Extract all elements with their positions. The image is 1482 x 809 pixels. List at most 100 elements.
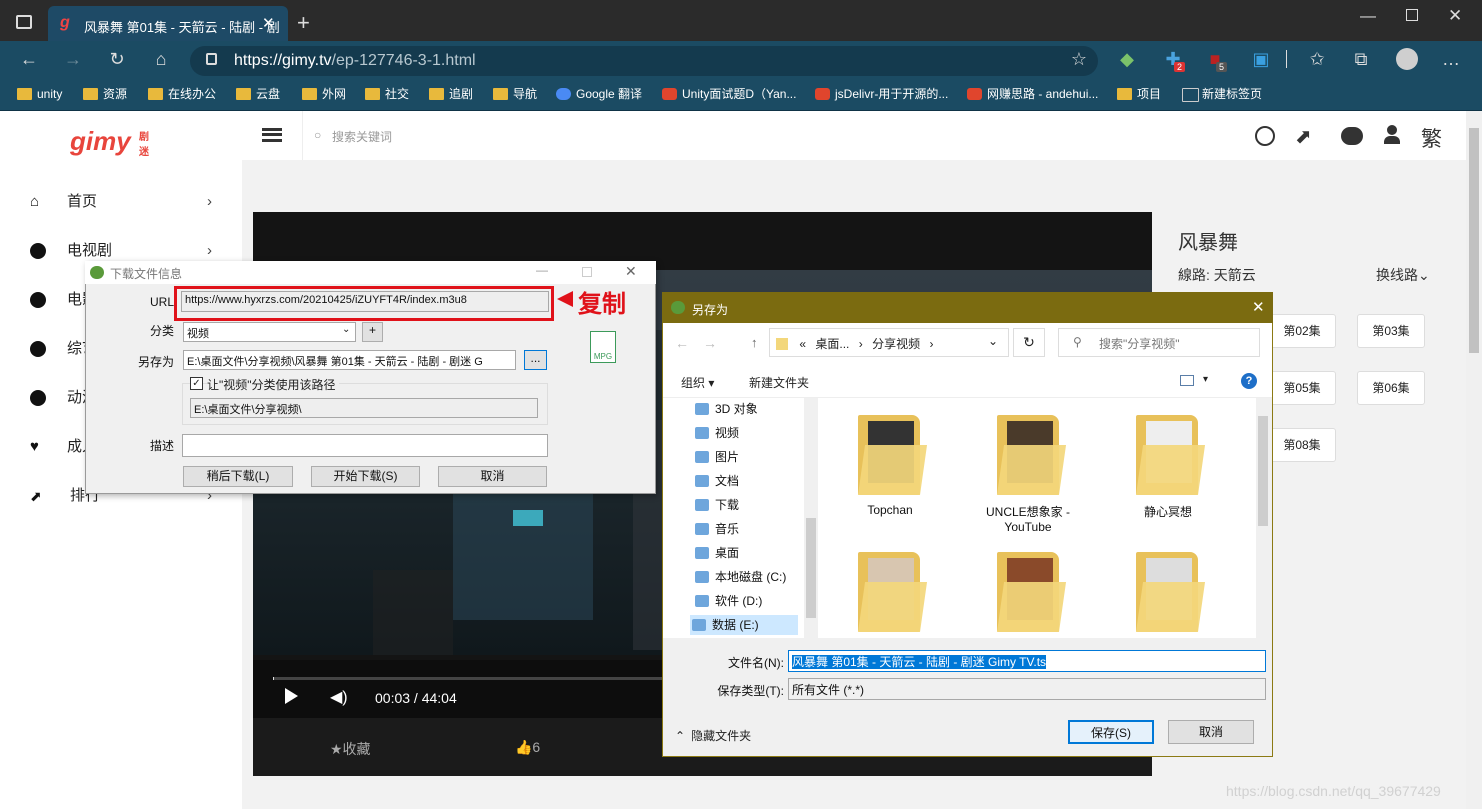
site-logo[interactable]: gimy 剧迷 <box>70 126 149 158</box>
bookmark-external[interactable]: 外网 <box>302 86 346 102</box>
profile-avatar[interactable] <box>1396 48 1418 70</box>
menu-toggle-icon[interactable] <box>262 128 282 142</box>
browse-button[interactable]: ... <box>524 350 547 370</box>
maximize-icon[interactable] <box>1406 9 1418 21</box>
episode-06[interactable]: 第06集 <box>1357 371 1425 405</box>
tree-documents[interactable]: 文档 <box>693 471 739 491</box>
dl-maximize-icon[interactable] <box>582 267 592 277</box>
new-folder-button[interactable]: 新建文件夹 <box>749 374 809 391</box>
filename-field[interactable]: 风暴舞 第01集 - 天箭云 - 陆剧 - 剧迷 Gimy TV.ts <box>788 650 1266 672</box>
breadcrumb-part[interactable]: 分享视频 <box>872 337 920 351</box>
collect-button[interactable]: ★收藏 <box>330 739 371 759</box>
save-cancel-button[interactable]: 取消 <box>1168 720 1254 744</box>
folder-meditation[interactable] <box>1136 415 1206 495</box>
folder-item[interactable] <box>997 552 1067 632</box>
download-later-button[interactable]: 稍后下载(L) <box>183 466 293 487</box>
dl-close-icon[interactable]: ✕ <box>625 263 637 280</box>
close-tab-icon[interactable]: ✕ <box>262 14 275 32</box>
trending-icon[interactable]: ⬈ <box>1295 124 1312 149</box>
back-icon[interactable]: ← <box>18 49 40 70</box>
bookmark-nav[interactable]: 导航 <box>493 86 537 102</box>
help-icon[interactable]: ? <box>1241 373 1257 389</box>
start-download-button[interactable]: 开始下载(S) <box>311 466 420 487</box>
tree-drive-d[interactable]: 软件 (D:) <box>693 591 762 611</box>
folder-uncle[interactable] <box>997 415 1067 495</box>
history-icon[interactable] <box>1255 126 1275 146</box>
extension-1-icon[interactable]: ◆ <box>1116 49 1138 70</box>
browser-tab[interactable]: g 风暴舞 第01集 - 天箭云 - 陆剧 - 剧 <box>48 6 288 41</box>
favorites-icon[interactable]: ✩ <box>1306 49 1328 70</box>
extension-4-icon[interactable]: ▣ <box>1250 49 1272 70</box>
organize-button[interactable]: 组织 ▾ <box>681 374 714 391</box>
close-window-icon[interactable]: ✕ <box>1448 6 1462 26</box>
site-search-input[interactable]: 搜索关键词 <box>332 128 632 145</box>
episode-05[interactable]: 第05集 <box>1268 371 1336 405</box>
view-options-icon[interactable] <box>1180 375 1194 386</box>
url-field-download[interactable]: https://www.hyxrzs.com/20210425/iZUYFT4R… <box>181 291 549 312</box>
bookmark-project[interactable]: 项目 <box>1117 86 1161 102</box>
save-back-icon[interactable]: ← <box>675 335 689 351</box>
save-close-icon[interactable]: ✕ <box>1252 298 1265 316</box>
language-toggle[interactable]: 繁 <box>1421 123 1442 153</box>
bookmark-unity-interview[interactable]: Unity面试题D（Yan... <box>662 86 796 102</box>
episode-02[interactable]: 第02集 <box>1268 314 1336 348</box>
bookmark-wangzhuan[interactable]: 网赚思路 - andehui... <box>967 86 1098 102</box>
save-forward-icon[interactable]: → <box>703 335 717 351</box>
page-scrollbar-thumb[interactable] <box>1469 128 1479 353</box>
tree-3d-objects[interactable]: 3D 对象 <box>693 399 758 419</box>
nav-home[interactable]: ⌂ 首页 › <box>30 192 220 212</box>
tree-scrollbar-thumb[interactable] <box>806 518 816 618</box>
folder-item[interactable] <box>858 552 928 632</box>
use-path-checkbox[interactable]: ✓ <box>190 377 203 390</box>
tree-drive-e[interactable]: 数据 (E:) <box>690 615 798 635</box>
refresh-icon[interactable]: ↻ <box>106 49 128 70</box>
bookmark-social[interactable]: 社交 <box>365 86 409 102</box>
bookmark-jsdelivr[interactable]: jsDelivr-用于开源的... <box>815 86 948 102</box>
save-refresh-icon[interactable]: ↻ <box>1013 328 1045 357</box>
like-button[interactable]: 👍6 <box>515 739 540 756</box>
file-scrollbar-thumb[interactable] <box>1258 416 1268 526</box>
folder-topchan[interactable] <box>858 415 928 495</box>
category-path-field[interactable]: E:\桌面文件\分享视频\ <box>190 398 538 418</box>
save-search-field[interactable]: ⚲ 搜索"分享视频" <box>1058 328 1260 357</box>
save-breadcrumb[interactable]: « 桌面... › 分享视频 › ⌄ <box>769 328 1009 357</box>
tab-actions-icon[interactable] <box>16 15 32 29</box>
tree-scrollbar[interactable] <box>804 398 818 638</box>
bookmark-new-tab[interactable]: 新建标签页 <box>1182 86 1262 102</box>
new-tab-icon[interactable]: + <box>297 10 310 36</box>
favorite-star-icon[interactable]: ☆ <box>1068 49 1090 70</box>
category-select[interactable]: 视频 <box>183 322 356 342</box>
switch-line-button[interactable]: 换线路⌄ <box>1376 265 1430 285</box>
more-menu-icon[interactable]: … <box>1440 49 1462 70</box>
folder-item[interactable] <box>1136 552 1206 632</box>
episode-03[interactable]: 第03集 <box>1357 314 1425 348</box>
minimize-icon[interactable]: — <box>1360 8 1376 26</box>
forward-icon[interactable]: → <box>62 49 84 70</box>
save-button[interactable]: 保存(S) <box>1068 720 1154 744</box>
chat-icon[interactable] <box>1341 127 1363 145</box>
filetype-select[interactable]: 所有文件 (*.*) <box>788 678 1266 700</box>
add-category-button[interactable]: + <box>362 322 383 342</box>
bookmark-google-translate[interactable]: Google 翻译 <box>556 86 642 102</box>
bookmark-online-office[interactable]: 在线办公 <box>148 86 216 102</box>
description-field[interactable] <box>182 434 548 457</box>
tree-music[interactable]: 音乐 <box>693 519 739 539</box>
file-scrollbar[interactable] <box>1256 398 1270 638</box>
play-icon[interactable] <box>285 688 298 704</box>
dl-minimize-icon[interactable]: — <box>536 263 548 277</box>
save-up-icon[interactable]: ↑ <box>751 335 758 350</box>
volume-icon[interactable]: ◀) <box>330 687 348 707</box>
bookmark-resources[interactable]: 资源 <box>83 86 127 102</box>
user-icon[interactable] <box>1384 125 1400 145</box>
bookmark-drama[interactable]: 追剧 <box>429 86 473 102</box>
tree-downloads[interactable]: 下载 <box>693 495 739 515</box>
url-field[interactable]: https://gimy.tv/ep-127746-3-1.html <box>190 46 1098 76</box>
home-nav-icon[interactable]: ⌂ <box>150 49 172 70</box>
breadcrumb-part[interactable]: 桌面... <box>815 337 849 351</box>
tree-videos[interactable]: 视频 <box>693 423 739 443</box>
bookmark-unity[interactable]: unity <box>17 86 62 102</box>
episode-08[interactable]: 第08集 <box>1268 428 1336 462</box>
nav-tv[interactable]: 电视剧 › <box>30 241 220 261</box>
download-cancel-button[interactable]: 取消 <box>438 466 547 487</box>
hide-folders-toggle[interactable]: ⌃ 隐藏文件夹 <box>675 727 751 744</box>
